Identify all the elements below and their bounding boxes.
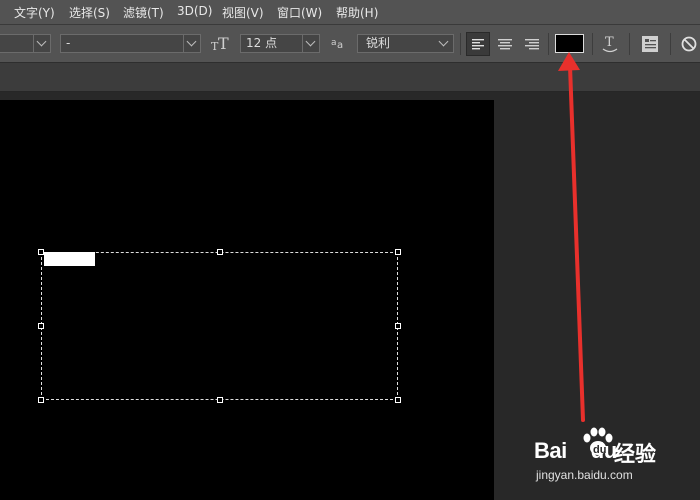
divider	[629, 33, 630, 55]
menu-select[interactable]: 选择(S)	[69, 4, 110, 21]
warp-text-icon[interactable]: T	[600, 33, 620, 55]
paw-icon: du	[583, 427, 613, 456]
svg-text:a: a	[331, 38, 337, 48]
svg-text:a: a	[337, 40, 343, 50]
divider	[670, 33, 671, 55]
antialias-value: 锐利	[366, 36, 391, 50]
resize-handle-top-left[interactable]	[38, 249, 44, 255]
menu-filter[interactable]: 滤镜(T)	[123, 4, 164, 21]
baidu-watermark: Baidu du 经验 jingyan.baidu.com	[530, 420, 700, 490]
font-style-value: -	[66, 36, 71, 50]
document-tab-strip	[0, 63, 700, 92]
text-bounding-box[interactable]	[41, 252, 398, 400]
resize-handle-bottom-right[interactable]	[395, 397, 401, 403]
antialias-icon: a a	[331, 38, 343, 50]
menu-help[interactable]: 帮助(H)	[336, 4, 378, 21]
resize-handle-bottom[interactable]	[217, 397, 223, 403]
divider	[592, 33, 593, 55]
divider	[548, 33, 549, 55]
text-options-bar: - T T 12 点 a a 锐利 T	[0, 25, 700, 63]
text-color-fill	[556, 35, 583, 52]
antialias-select[interactable]: 锐利	[357, 34, 454, 53]
svg-text:du: du	[593, 444, 606, 456]
svg-text:T: T	[218, 34, 229, 52]
font-size-select[interactable]: 12 点	[240, 34, 320, 53]
resize-handle-top[interactable]	[217, 249, 223, 255]
resize-handle-top-right[interactable]	[395, 249, 401, 255]
character-panel-icon[interactable]	[640, 34, 660, 54]
cancel-icon[interactable]	[680, 35, 698, 53]
watermark-cn: 经验	[614, 442, 656, 466]
resize-handle-bottom-left[interactable]	[38, 397, 44, 403]
menu-bar: 文字(Y) 选择(S) 滤镜(T) 3D(D) 视图(V) 窗口(W) 帮助(H…	[0, 0, 700, 25]
chevron-down-icon	[438, 36, 449, 47]
svg-text:T: T	[605, 35, 614, 50]
resize-handle-left[interactable]	[38, 323, 44, 329]
menu-window[interactable]: 窗口(W)	[277, 4, 322, 21]
font-size-value: 12 点	[246, 36, 278, 50]
menu-view[interactable]: 视图(V)	[222, 4, 264, 21]
text-color-swatch[interactable]	[555, 34, 584, 53]
align-left-icon	[472, 39, 484, 50]
text-cursor-highlight	[44, 252, 95, 266]
font-size-icon: T T	[211, 34, 229, 52]
font-style-select[interactable]: -	[60, 34, 201, 53]
align-left-button[interactable]	[466, 32, 490, 56]
divider	[460, 33, 461, 55]
resize-handle-right[interactable]	[395, 323, 401, 329]
watermark-url: jingyan.baidu.com	[536, 468, 633, 482]
align-center-icon[interactable]	[494, 33, 516, 55]
font-family-select[interactable]	[0, 34, 51, 53]
menu-type[interactable]: 文字(Y)	[14, 4, 55, 21]
menu-3d[interactable]: 3D(D)	[177, 4, 212, 18]
align-right-icon[interactable]	[521, 33, 543, 55]
